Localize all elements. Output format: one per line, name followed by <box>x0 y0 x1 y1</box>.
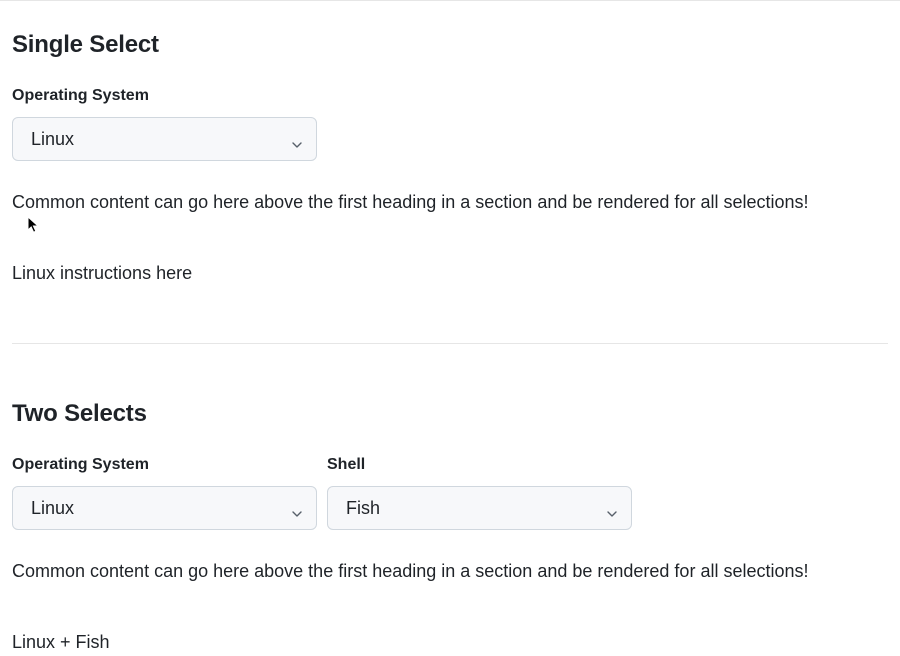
select-group-os-1: Operating System Linux <box>12 87 317 161</box>
common-content-1: Common content can go here above the fir… <box>12 189 888 216</box>
section-two-selects: Two Selects Operating System Linux Shell… <box>12 400 888 656</box>
chevron-down-icon <box>292 503 302 513</box>
common-content-2: Common content can go here above the fir… <box>12 558 888 585</box>
heading-two-selects: Two Selects <box>12 400 888 428</box>
select-label-os-2: Operating System <box>12 456 317 474</box>
result-content-1: Linux instructions here <box>12 260 888 287</box>
section-single-select: Single Select Operating System Linux Com… <box>12 31 888 344</box>
select-shell[interactable]: Fish <box>327 486 632 530</box>
heading-single-select: Single Select <box>12 31 888 59</box>
select-label-os-1: Operating System <box>12 87 317 105</box>
select-value: Fish <box>346 498 380 519</box>
select-row-1: Operating System Linux <box>12 87 888 161</box>
chevron-down-icon <box>607 503 617 513</box>
select-value: Linux <box>31 129 74 150</box>
select-value: Linux <box>31 498 74 519</box>
select-label-shell: Shell <box>327 456 632 474</box>
select-row-2: Operating System Linux Shell Fish <box>12 456 888 530</box>
select-group-shell: Shell Fish <box>327 456 632 530</box>
select-operating-system-2[interactable]: Linux <box>12 486 317 530</box>
select-group-os-2: Operating System Linux <box>12 456 317 530</box>
chevron-down-icon <box>292 134 302 144</box>
select-operating-system-1[interactable]: Linux <box>12 117 317 161</box>
result-content-2: Linux + Fish <box>12 629 888 656</box>
